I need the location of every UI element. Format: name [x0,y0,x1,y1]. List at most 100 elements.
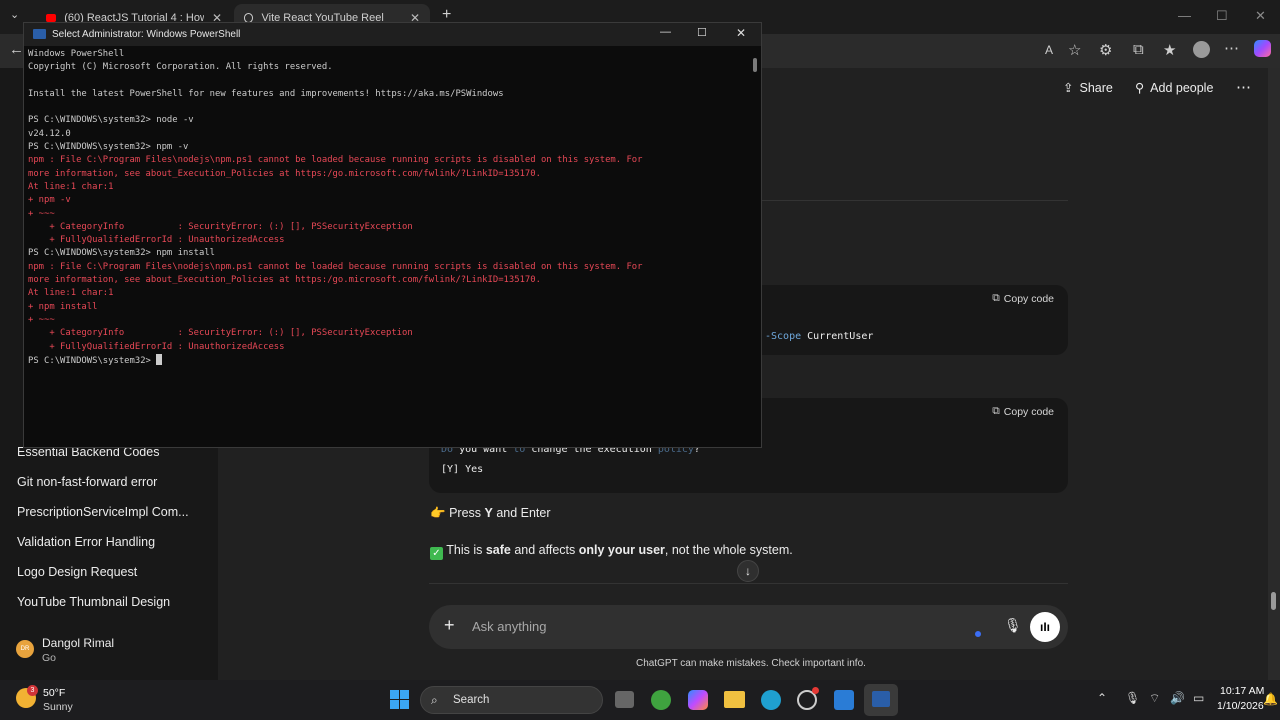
copy-icon: ⧉ [992,405,1000,417]
youtube-icon [46,14,57,22]
more-menu-icon[interactable]: ⋯ [1224,39,1239,57]
console-line: more information, see about_Execution_Po… [28,275,541,286]
powershell-titlebar[interactable]: Select Administrator: Windows PowerShell… [24,23,761,46]
favorites-icon[interactable]: ★ [1163,41,1176,59]
message-text: and Enter [492,506,551,520]
minimize-icon[interactable]: — [660,26,671,38]
copy-code-button[interactable]: ⧉ Copy code [992,405,1054,418]
battery-icon[interactable]: ▭ [1193,691,1204,705]
profile-avatar[interactable] [1193,41,1210,58]
message-text: and affects [510,543,579,557]
console-line: + CategoryInfo : SecurityError: (:) [], … [28,221,413,232]
app-icon-green[interactable] [651,690,671,710]
clock-date[interactable]: 1/10/2026 [1217,700,1264,712]
message-bold: safe [485,543,511,557]
user-name: Dangol Rimal [42,636,115,650]
close-window-icon[interactable]: ✕ [1255,8,1266,24]
copilot-icon[interactable] [1254,40,1271,57]
task-view-icon[interactable] [615,691,634,708]
console-line: PS C:\WINDOWS\system32> [28,353,748,368]
message-text: , not the whole system. [664,543,793,557]
code-line: [Y] Yes [441,464,484,475]
user-plan: Go [42,652,57,664]
split-screen-icon[interactable]: ⧉ [1133,41,1144,58]
console-line: + CategoryInfo : SecurityError: (:) [], … [28,328,413,339]
share-button[interactable]: ⇪ Share [1063,80,1113,96]
scrollbar-thumb[interactable] [1271,592,1276,610]
copy-code-button[interactable]: ⧉ Copy code [992,292,1054,305]
wifi-icon[interactable]: ⌔ [1149,691,1160,706]
taskbar-search[interactable]: ⌕ Search [420,686,603,714]
taskbar: 3 50°F Sunny ⌕ Search ⌃ 🎙 ⌔ 🔊 ▭ 10:17 AM… [0,680,1280,720]
file-explorer-icon[interactable] [724,691,745,708]
console-line: npm : File C:\Program Files\nodejs\npm.p… [28,155,643,166]
voice-mode-button[interactable]: ıIı [1030,612,1060,642]
console-line: v24.12.0 [28,128,71,139]
vscode-icon[interactable] [834,690,854,710]
point-right-icon: 👉 [430,506,446,520]
start-icon-part [400,700,409,709]
sidebar-item-prescription[interactable]: PrescriptionServiceImpl Com... [17,505,189,519]
tray-overflow-icon[interactable]: ⌃ [1097,691,1107,705]
console-line: PS C:\WINDOWS\system32> node -v [28,115,194,126]
message-text: Press [449,506,485,520]
status-dot [975,631,981,637]
add-attachment-icon[interactable]: + [444,615,455,636]
sidebar-item-youtube-thumbnail[interactable]: YouTube Thumbnail Design [17,595,170,609]
weather-temp[interactable]: 50°F [43,687,65,699]
console-line: At line:1 char:1 [28,181,114,192]
weather-desc[interactable]: Sunny [43,701,73,713]
weather-badge: 3 [27,685,38,696]
disclaimer: ChatGPT can make mistakes. Check importa… [636,658,866,669]
back-icon[interactable]: ← [9,41,24,58]
favorite-star-icon[interactable]: ☆ [1068,41,1081,59]
close-icon[interactable]: ✕ [736,26,746,40]
page-scrollbar[interactable] [1268,68,1280,680]
share-icon: ⇪ [1063,81,1074,95]
read-aloud-icon[interactable]: A [1045,43,1053,57]
edge-icon[interactable] [761,690,781,710]
powershell-taskbar-item[interactable] [864,684,898,716]
sidebar-item-validation[interactable]: Validation Error Handling [17,535,155,549]
person-add-icon: ⚲ [1135,81,1145,95]
code-token: CurrentUser [807,331,874,342]
microphone-tray-icon[interactable]: 🎙 [1125,691,1140,705]
console-line: + FullyQualifiedErrorId : UnauthorizedAc… [28,235,285,246]
console-line: + FullyQualifiedErrorId : UnauthorizedAc… [28,341,285,352]
powershell-console[interactable]: Windows PowerShell Copyright (C) Microsof… [28,48,748,368]
start-button[interactable] [390,690,409,709]
copy-label: Copy code [1003,405,1054,418]
message-text: This is [446,543,486,557]
more-options-icon[interactable]: ⋯ [1236,78,1251,96]
notifications-icon[interactable]: 🔔 [1263,692,1278,706]
console-line: At line:1 char:1 [28,288,114,299]
add-people-button[interactable]: ⚲ Add people [1135,80,1213,96]
user-profile[interactable]: DR Dangol Rimal Go [0,628,218,680]
sidebar-item-logo-design[interactable]: Logo Design Request [17,565,137,579]
volume-icon[interactable]: 🔊 [1170,691,1185,705]
console-line: npm : File C:\Program Files\nodejs\npm.p… [28,261,643,272]
powershell-icon [33,29,46,39]
chat-input[interactable]: Ask anything [472,619,546,634]
maximize-icon[interactable]: ☐ [1216,8,1228,24]
console-scrollbar-thumb[interactable] [753,58,757,72]
tab-list-icon[interactable]: ⌄ [10,8,19,21]
copy-icon: ⧉ [992,292,1000,304]
maximize-icon[interactable]: ☐ [697,26,707,39]
microphone-icon[interactable]: 🎙 [1004,617,1022,634]
console-line: Install the latest PowerShell for new fe… [28,88,504,99]
sidebar-item-git-error[interactable]: Git non-fast-forward error [17,475,157,489]
press-y-message: 👉 Press Y and Enter [430,506,551,521]
minimize-icon[interactable]: — [1178,8,1191,23]
text-cursor [156,353,163,365]
powershell-icon [872,691,890,707]
extensions-icon[interactable]: ⚙ [1099,41,1112,59]
scroll-down-button[interactable]: ↓ [737,560,759,582]
copilot-app-icon[interactable] [688,690,708,710]
powershell-window[interactable]: Select Administrator: Windows PowerShell… [23,22,762,448]
code-line: -Scope CurrentUser [765,331,873,342]
clock-time[interactable]: 10:17 AM [1220,685,1264,697]
console-line: + ~~~ [28,314,55,325]
safe-message: ✓ This is safe and affects only your use… [430,543,793,560]
